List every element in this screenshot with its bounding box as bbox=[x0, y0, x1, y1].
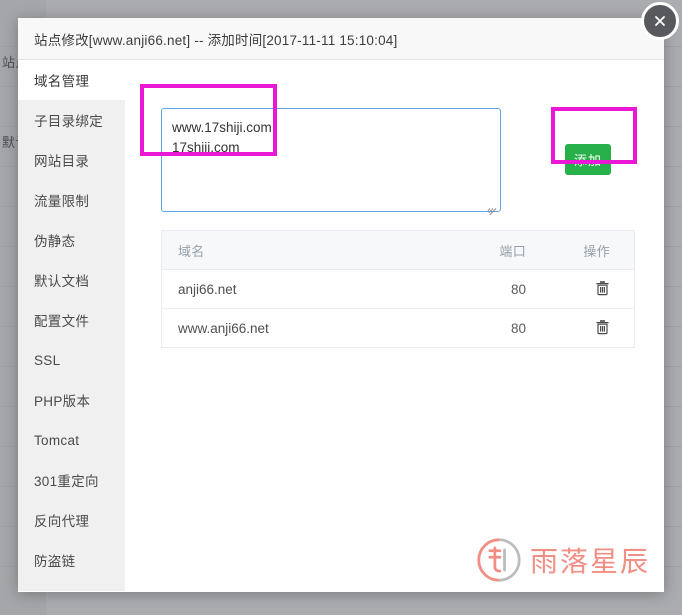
cell-domain: anji66.net bbox=[162, 269, 446, 309]
sidebar-item-label: 配置文件 bbox=[34, 314, 90, 329]
column-header-action: 操作 bbox=[538, 231, 634, 270]
table-row: anji66.net 80 bbox=[162, 269, 634, 309]
sidebar-item-label: 网站目录 bbox=[34, 154, 90, 169]
sidebar-item-tomcat[interactable]: Tomcat bbox=[18, 420, 125, 460]
sidebar-item-default-document[interactable]: 默认文档 bbox=[18, 260, 125, 300]
sidebar-item-label: 防盗链 bbox=[34, 554, 76, 569]
sidebar-item-label: 伪静态 bbox=[34, 234, 76, 249]
table-header-row: 域名 端口 操作 bbox=[162, 231, 634, 270]
sidebar-item-label: Tomcat bbox=[34, 432, 80, 448]
watermark-text: 雨落星辰 bbox=[529, 545, 650, 578]
dialog-body: 域名管理 子目录绑定 网站目录 流量限制 伪静态 默认文档 配置文件 SSL P… bbox=[18, 60, 664, 591]
sidebar-item-config-file[interactable]: 配置文件 bbox=[18, 300, 125, 340]
sidebar-item-label: 默认文档 bbox=[34, 274, 90, 289]
watermark: 雨落星辰 bbox=[476, 537, 650, 583]
column-header-domain: 域名 bbox=[162, 231, 446, 270]
dialog-sidebar: 域名管理 子目录绑定 网站目录 流量限制 伪静态 默认文档 配置文件 SSL P… bbox=[18, 60, 125, 591]
sidebar-item-label: 子目录绑定 bbox=[34, 114, 103, 129]
sidebar-item-label: PHP版本 bbox=[34, 394, 91, 409]
yulo-circle-logo-icon bbox=[477, 538, 521, 582]
sidebar-item-subdirectory-binding[interactable]: 子目录绑定 bbox=[18, 100, 125, 140]
cell-action bbox=[538, 308, 634, 347]
sidebar-item-label: 反向代理 bbox=[34, 514, 90, 529]
sidebar-item-label: 301重定向 bbox=[34, 474, 99, 489]
dialog-header: 站点修改[www.anji66.net] -- 添加时间[2017-11-11 … bbox=[18, 18, 664, 60]
sidebar-item-ssl[interactable]: SSL bbox=[18, 340, 125, 380]
delete-icon[interactable] bbox=[595, 319, 610, 335]
sidebar-item-domain-management[interactable]: 域名管理 bbox=[18, 60, 125, 100]
close-button[interactable] bbox=[641, 2, 679, 40]
domain-input[interactable] bbox=[161, 108, 501, 212]
cell-domain: www.anji66.net bbox=[162, 308, 446, 347]
cell-port: 80 bbox=[446, 308, 538, 347]
close-icon bbox=[655, 16, 665, 26]
sidebar-item-reverse-proxy[interactable]: 反向代理 bbox=[18, 500, 125, 540]
sidebar-item-label: SSL bbox=[34, 352, 61, 368]
site-edit-dialog: 站点修改[www.anji66.net] -- 添加时间[2017-11-11 … bbox=[18, 18, 664, 592]
delete-icon[interactable] bbox=[595, 280, 610, 296]
sidebar-item-rewrite[interactable]: 伪静态 bbox=[18, 220, 125, 260]
domain-table: 域名 端口 操作 anji66.net 80 www.anji66.net 80 bbox=[161, 230, 635, 348]
table-row: www.anji66.net 80 bbox=[162, 308, 634, 347]
sidebar-item-301-redirect[interactable]: 301重定向 bbox=[18, 460, 125, 500]
sidebar-item-hotlink-protection[interactable]: 防盗链 bbox=[18, 540, 125, 580]
column-header-port: 端口 bbox=[446, 231, 538, 270]
dialog-title: 站点修改[www.anji66.net] -- 添加时间[2017-11-11 … bbox=[34, 32, 398, 48]
dialog-content: 添加 域名 端口 操作 anji66.net 80 bbox=[125, 60, 664, 591]
cell-action bbox=[538, 269, 634, 309]
add-domain-button[interactable]: 添加 bbox=[565, 144, 611, 175]
sidebar-item-label: 域名管理 bbox=[34, 74, 90, 89]
cell-port: 80 bbox=[446, 269, 538, 309]
sidebar-item-label: 流量限制 bbox=[34, 194, 90, 209]
sidebar-item-site-directory[interactable]: 网站目录 bbox=[18, 140, 125, 180]
sidebar-item-php-version[interactable]: PHP版本 bbox=[18, 380, 125, 420]
sidebar-item-traffic-limit[interactable]: 流量限制 bbox=[18, 180, 125, 220]
